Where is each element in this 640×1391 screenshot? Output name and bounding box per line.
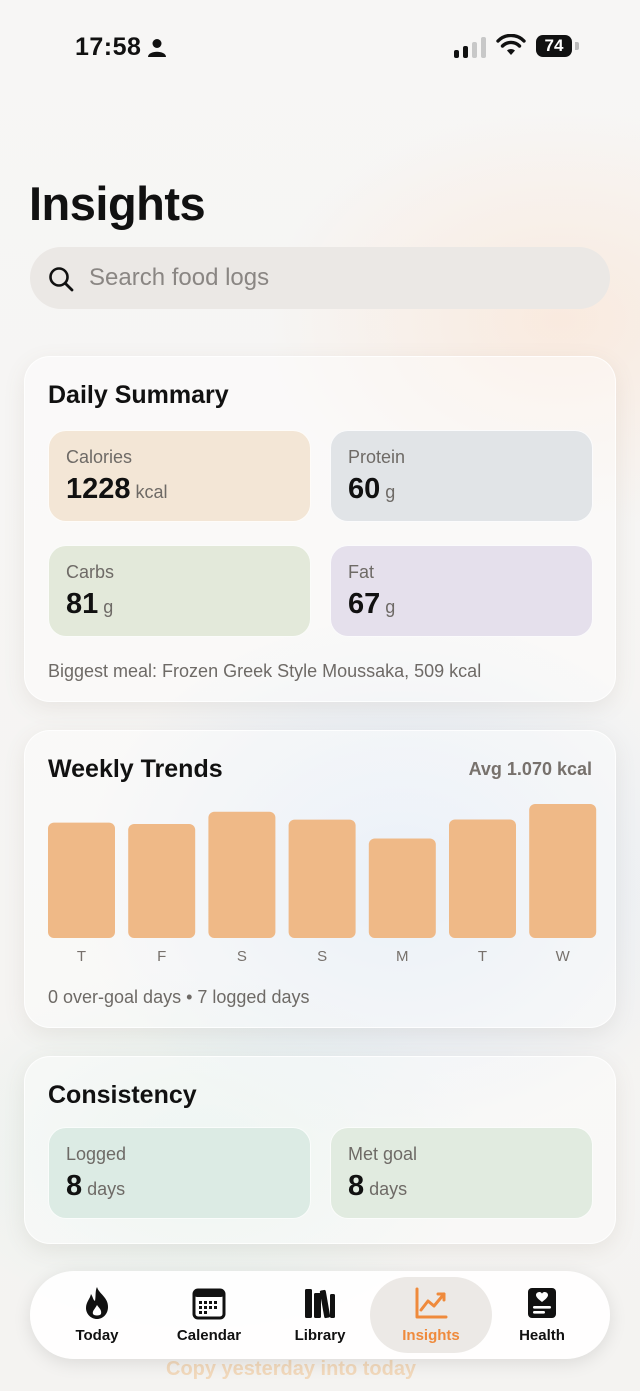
- tile-label: Met goal: [348, 1144, 418, 1164]
- daily-summary-title: Daily Summary: [48, 381, 229, 409]
- calories-value: 1228: [66, 473, 131, 505]
- status-time: 17:58: [75, 33, 142, 61]
- chart-line-icon: [415, 1287, 448, 1319]
- tab-insights[interactable]: Insights: [370, 1277, 492, 1353]
- daily-summary-card: Daily Summary Calories 1228 kcal Protein …: [24, 356, 616, 702]
- weekly-footnote: 0 over-goal days • 7 logged days: [48, 987, 310, 1007]
- tab-label: Today: [75, 1327, 119, 1344]
- weekly-trends-card[interactable]: Weekly Trends Avg 1.070 kcal TFSSMTW 0 o…: [24, 730, 616, 1028]
- tab-calendar[interactable]: Calendar: [154, 1271, 264, 1359]
- tab-health[interactable]: Health: [487, 1271, 597, 1359]
- bar-3[interactable]: [288, 819, 356, 938]
- bar-4[interactable]: [368, 838, 436, 938]
- status-bar: 17:58 74: [0, 0, 640, 96]
- day-label-5: T: [478, 948, 487, 965]
- logged-days-value: 8: [66, 1170, 83, 1202]
- tile-value: 67 g: [348, 588, 395, 621]
- flame-icon: [86, 1287, 108, 1319]
- battery-indicator: 74: [536, 35, 572, 57]
- calories-tile[interactable]: Calories 1228 kcal: [48, 430, 311, 522]
- tile-unit: g: [103, 597, 114, 617]
- search-bar[interactable]: [30, 247, 610, 309]
- calendar-icon: [192, 1288, 226, 1320]
- day-label-4: M: [396, 948, 409, 965]
- fat-tile[interactable]: Fat 67 g: [330, 545, 593, 637]
- consistency-card: Consistency Logged 8 days Met goal 8 days: [24, 1056, 616, 1244]
- person-icon: [148, 39, 166, 57]
- met-goal-tile[interactable]: Met goal 8 days: [330, 1127, 593, 1219]
- search-icon: [49, 267, 74, 292]
- bar-0[interactable]: [48, 822, 115, 938]
- bar-2[interactable]: [208, 811, 276, 938]
- tile-value: 60 g: [348, 473, 395, 506]
- day-label-2: S: [237, 948, 247, 965]
- tile-unit: g: [385, 597, 396, 617]
- cellular-signal-icon: [454, 36, 488, 58]
- tab-label: Library: [294, 1327, 346, 1344]
- biggest-meal-note: Biggest meal: Frozen Greek Style Moussak…: [48, 661, 482, 681]
- tile-value: 1228 kcal: [66, 473, 168, 506]
- tab-label: Health: [519, 1327, 565, 1344]
- tile-unit: g: [385, 482, 396, 502]
- tile-label: Logged: [66, 1144, 127, 1164]
- fat-value: 67: [348, 588, 381, 620]
- carbs-value: 81: [66, 588, 99, 620]
- tab-bar: Today Calendar Library Insights Health: [30, 1271, 610, 1359]
- copy-yesterday-hint: Copy yesterday into today: [166, 1358, 417, 1380]
- day-label-1: F: [157, 948, 166, 965]
- logged-days-tile[interactable]: Logged 8 days: [48, 1127, 311, 1219]
- health-icon: [528, 1288, 556, 1318]
- day-label-3: S: [317, 948, 327, 965]
- tile-label: Protein: [348, 447, 406, 467]
- battery-cap-icon: [575, 42, 579, 50]
- tile-value: 81 g: [66, 588, 113, 621]
- bar-5[interactable]: [449, 819, 516, 938]
- bar-1[interactable]: [128, 823, 196, 938]
- carbs-tile[interactable]: Carbs 81 g: [48, 545, 311, 637]
- page-title: Insights: [29, 177, 206, 230]
- protein-tile[interactable]: Protein 60 g: [330, 430, 593, 522]
- weekly-bar-chart: TFSSMTW: [48, 804, 597, 965]
- tile-value: 8 days: [66, 1170, 125, 1203]
- protein-value: 60: [348, 473, 381, 505]
- tab-library[interactable]: Library: [265, 1271, 375, 1359]
- tile-label: Fat: [348, 562, 375, 582]
- tile-label: Carbs: [66, 562, 115, 582]
- tile-unit: days: [369, 1179, 408, 1199]
- tile-unit: days: [87, 1179, 126, 1199]
- tile-unit: kcal: [135, 482, 168, 502]
- search-input[interactable]: [87, 263, 571, 293]
- tile-label: Calories: [66, 447, 133, 467]
- day-label-0: T: [77, 948, 86, 965]
- bar-6[interactable]: [529, 804, 597, 938]
- tab-label: Calendar: [176, 1327, 242, 1344]
- tab-label: Insights: [402, 1327, 460, 1344]
- met-goal-value: 8: [348, 1170, 365, 1202]
- day-label-6: W: [556, 948, 571, 965]
- tab-today[interactable]: Today: [42, 1271, 152, 1359]
- books-icon: [305, 1289, 335, 1319]
- wifi-icon: [496, 34, 526, 55]
- consistency-title: Consistency: [48, 1081, 197, 1109]
- tile-value: 8 days: [348, 1170, 407, 1203]
